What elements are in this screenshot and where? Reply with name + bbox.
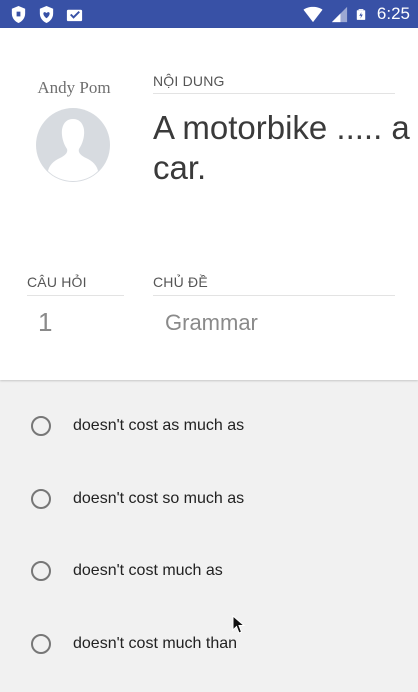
avatar [36, 108, 110, 182]
radio-button[interactable] [31, 489, 51, 509]
status-bar: 6:25 [0, 0, 418, 28]
question-number-label: CÂU HỎI [27, 274, 87, 290]
author-name: Andy Pom [37, 78, 111, 97]
question-text: A motorbike ..... a car. [153, 109, 410, 186]
wifi-icon [303, 6, 323, 22]
radio-button[interactable] [31, 416, 51, 436]
content-label: NỘI DUNG [153, 73, 225, 89]
answer-option[interactable]: doesn't cost much than [0, 619, 418, 669]
answer-option[interactable]: doesn't cost much as [0, 546, 418, 596]
mouse-cursor-icon [232, 615, 246, 634]
answer-option-label: doesn't cost much than [73, 635, 238, 652]
topic-label: CHỦ ĐỀ [153, 274, 208, 290]
inbox-check-icon [66, 9, 83, 22]
answer-option[interactable]: doesn't cost as much as [0, 401, 418, 451]
radio-button[interactable] [31, 634, 51, 654]
heart-badge-icon [39, 5, 54, 24]
question-card: Andy Pom NỘI DUNG A motorbike ..... a ca… [0, 28, 418, 380]
divider [153, 295, 395, 296]
radio-button[interactable] [31, 561, 51, 581]
divider [153, 93, 395, 94]
question-number-value: 1 [38, 307, 53, 337]
topic-value: Grammar [165, 310, 258, 335]
shield-icon [11, 5, 26, 24]
status-time: 6:25 [376, 4, 410, 23]
divider [27, 295, 124, 296]
answer-option[interactable]: doesn't cost so much as [0, 474, 418, 524]
answer-option-label: doesn't cost as much as [73, 417, 245, 434]
battery-icon [356, 8, 366, 20]
cell-signal-icon [331, 6, 348, 22]
answer-option-label: doesn't cost much as [73, 562, 223, 579]
answer-option-label: doesn't cost so much as [73, 490, 245, 507]
